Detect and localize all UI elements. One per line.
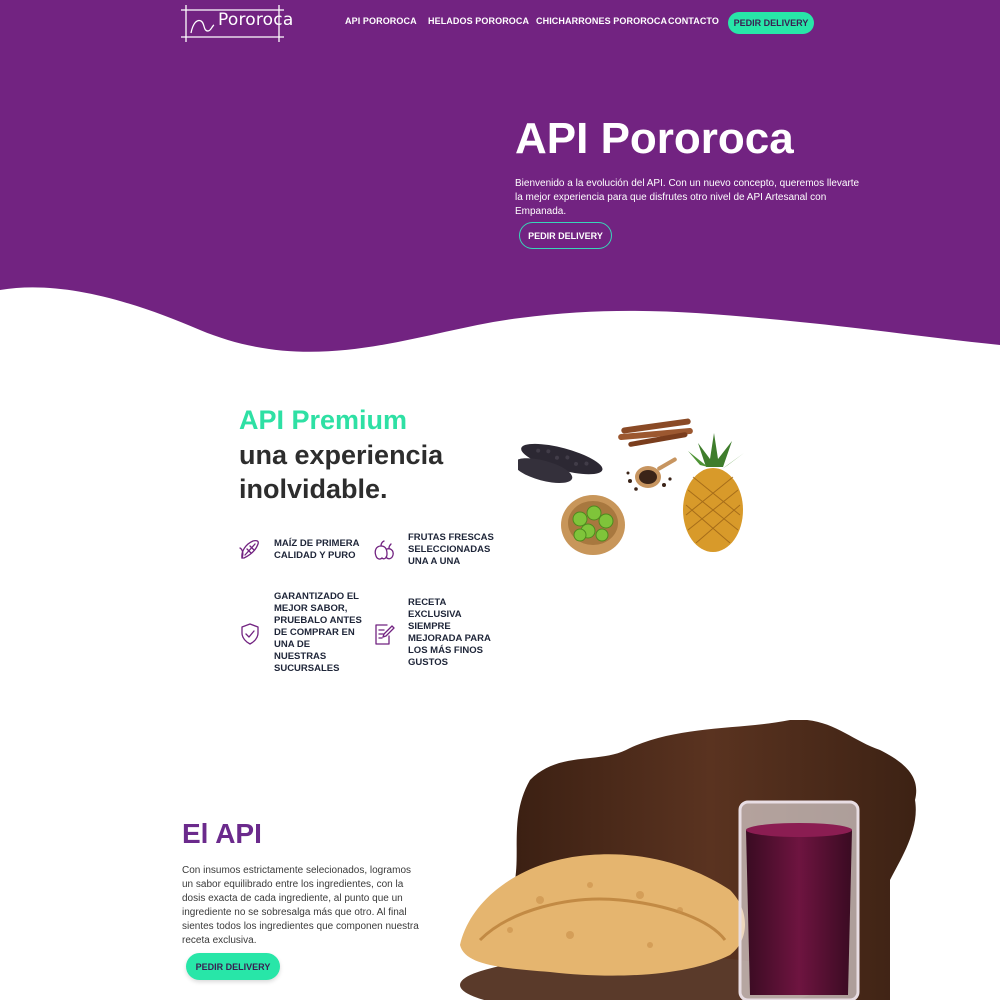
hero-description: Bienvenido a la evolución del API. Con u… bbox=[515, 178, 860, 217]
nav-delivery-button[interactable]: PEDIR DELIVERY bbox=[728, 12, 814, 34]
recipe-edit-icon bbox=[375, 624, 395, 645]
corn-icon bbox=[239, 539, 259, 559]
feature-recipe-text: RECETA EXCLUSIVA SIEMPRE MEJORADA PARA L… bbox=[408, 597, 491, 668]
main-nav: API POROROCA HELADOS POROROCA CHICHARRON… bbox=[0, 16, 1000, 38]
el-api-description: Con insumos estrictamente selecionados, … bbox=[182, 865, 419, 946]
nav-item-contacto[interactable]: CONTACTO bbox=[668, 16, 719, 26]
el-api-title: El API bbox=[182, 818, 262, 849]
nav-item-api-pororoca[interactable]: API POROROCA bbox=[345, 16, 417, 26]
shield-check-icon bbox=[241, 623, 259, 645]
el-api-delivery-button[interactable]: PEDIR DELIVERY bbox=[186, 953, 280, 980]
hero-delivery-button[interactable]: PEDIR DELIVERY bbox=[519, 222, 612, 249]
ingredients-image bbox=[518, 418, 744, 555]
feature-fruits-text: FRUTAS FRESCAS SELECCIONADAS UNA A UNA bbox=[408, 532, 494, 567]
nav-item-chicharrones-pororoca[interactable]: CHICHARRONES POROROCA bbox=[536, 16, 667, 26]
feature-corn-text: MAÍZ DE PRIMERA CALIDAD Y PURO bbox=[274, 538, 360, 561]
premium-subtitle: una experiencia inolvidable. bbox=[239, 440, 444, 504]
nav-item-helados-pororoca[interactable]: HELADOS POROROCA bbox=[428, 16, 529, 26]
premium-title: API Premium bbox=[239, 405, 408, 435]
feature-guarantee-text: GARANTIZADO EL MEJOR SABOR, PRUEBALO ANT… bbox=[274, 591, 362, 674]
hero-title: API Pororoca bbox=[515, 114, 794, 163]
api-drink-empanada-image bbox=[460, 720, 917, 1000]
hero-section: Pororoca API POROROCA HELADOS POROROCA C… bbox=[0, 0, 1000, 370]
fruits-icon bbox=[374, 540, 394, 560]
